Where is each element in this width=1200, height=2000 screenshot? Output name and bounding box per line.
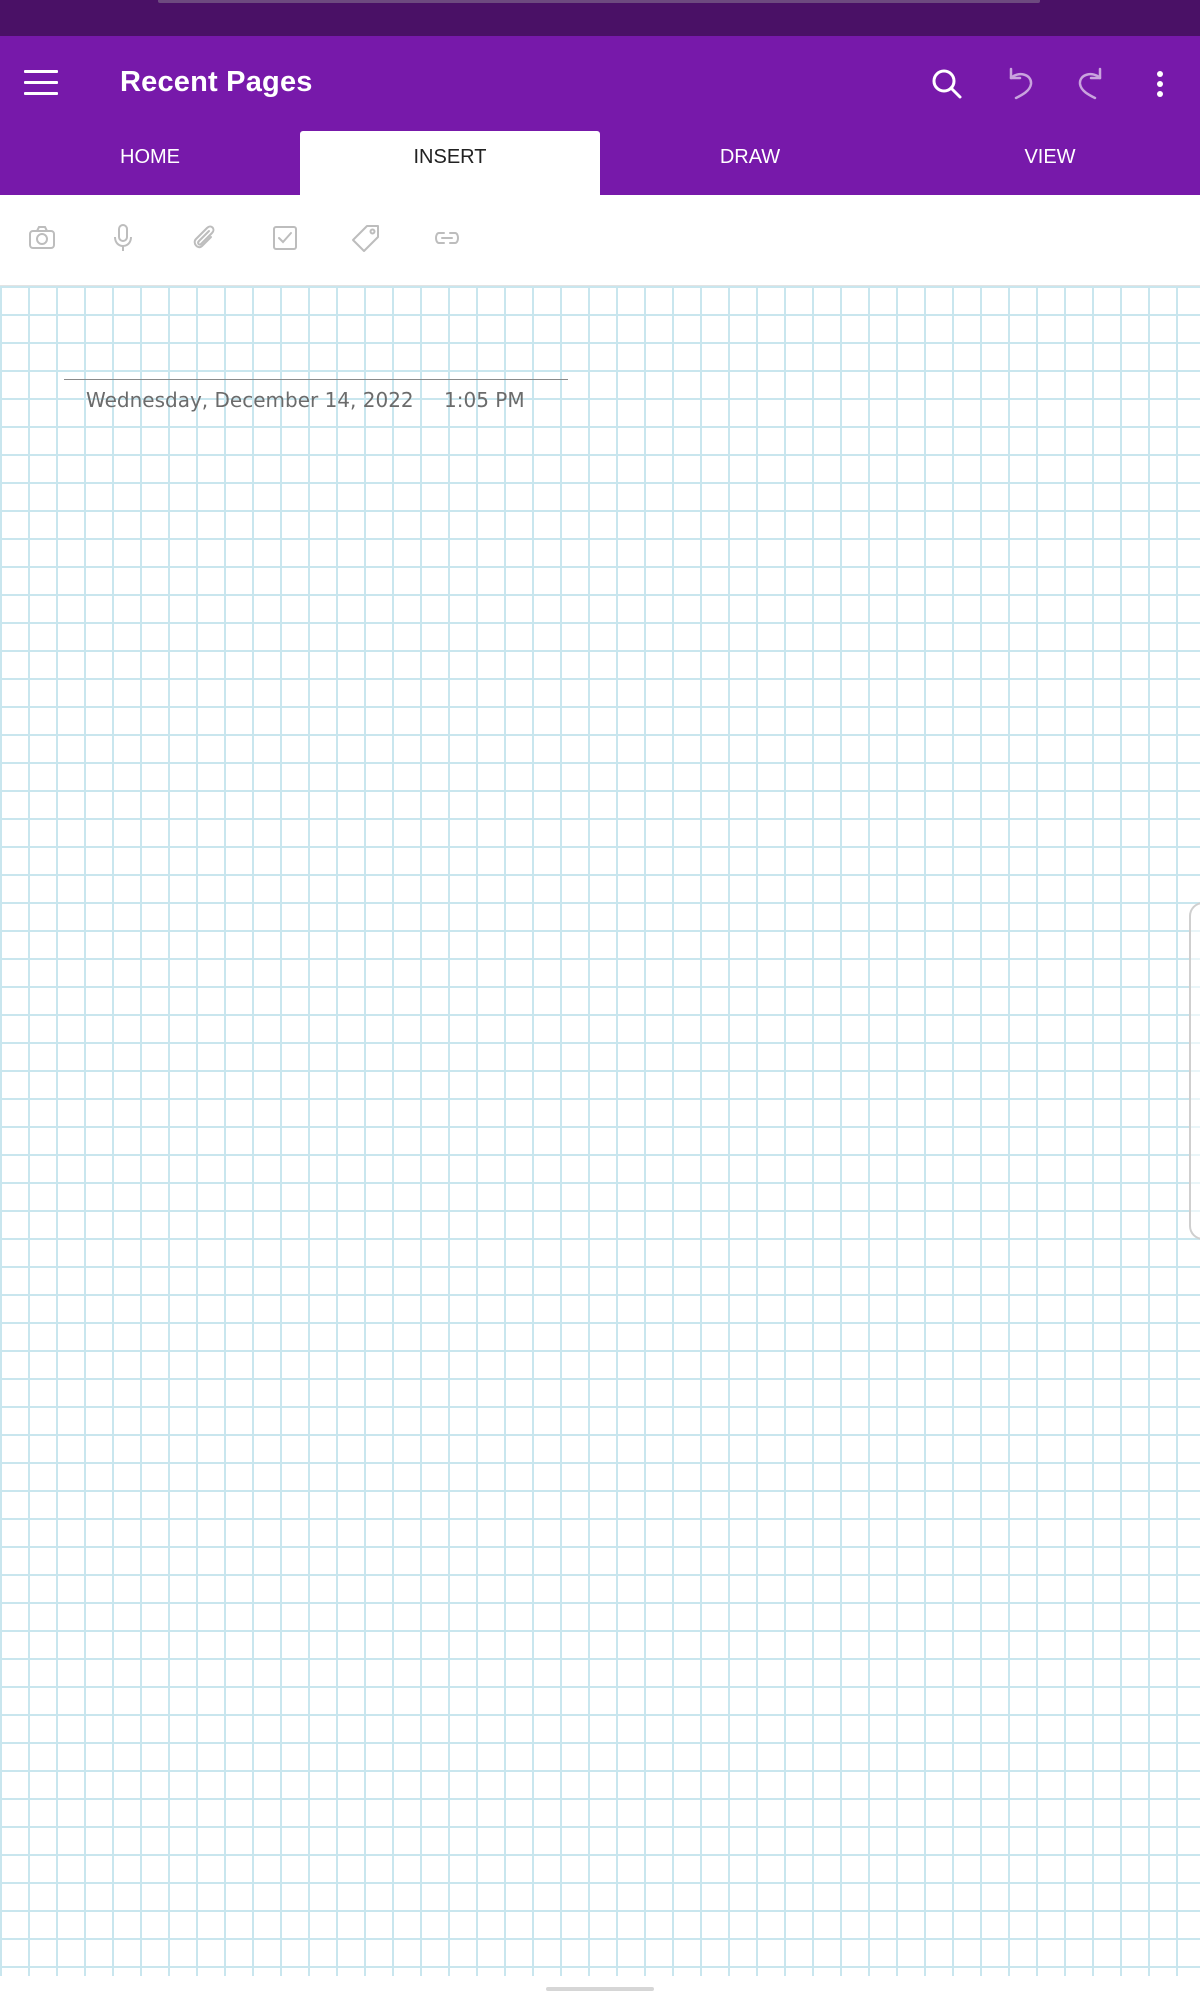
link-icon[interactable]	[430, 221, 464, 255]
paperclip-icon[interactable]	[187, 221, 221, 255]
home-indicator[interactable]	[546, 1987, 654, 1991]
tab-view[interactable]: VIEW	[900, 131, 1200, 195]
checkbox-icon[interactable]	[268, 221, 302, 255]
camera-icon[interactable]	[25, 221, 59, 255]
bottom-bar	[0, 1976, 1200, 2000]
sidebar-pull-handle[interactable]	[1189, 902, 1200, 1240]
status-bar	[0, 0, 1200, 36]
app-bar: Recent Pages	[0, 36, 1200, 131]
more-vertical-icon[interactable]	[1138, 62, 1182, 106]
tab-draw[interactable]: DRAW	[600, 131, 900, 195]
page-time: 1:05 PM	[444, 388, 525, 412]
insert-ribbon	[0, 195, 1200, 286]
tab-home[interactable]: HOME	[0, 131, 300, 195]
page-header[interactable]: Wednesday, December 14, 2022 1:05 PM	[64, 379, 568, 420]
hamburger-menu-icon[interactable]	[24, 70, 58, 96]
ribbon-tabs: HOME INSERT DRAW VIEW	[0, 131, 1200, 195]
page-date: Wednesday, December 14, 2022	[86, 388, 414, 412]
microphone-icon[interactable]	[106, 221, 140, 255]
search-icon[interactable]	[925, 62, 969, 106]
tag-icon[interactable]	[349, 221, 383, 255]
redo-icon[interactable]	[1069, 62, 1113, 106]
status-bar-notch	[158, 0, 1040, 3]
page-title: Recent Pages	[120, 66, 313, 98]
undo-icon[interactable]	[998, 62, 1042, 106]
note-canvas[interactable]: Wednesday, December 14, 2022 1:05 PM	[0, 286, 1200, 1976]
tab-insert[interactable]: INSERT	[300, 131, 600, 195]
